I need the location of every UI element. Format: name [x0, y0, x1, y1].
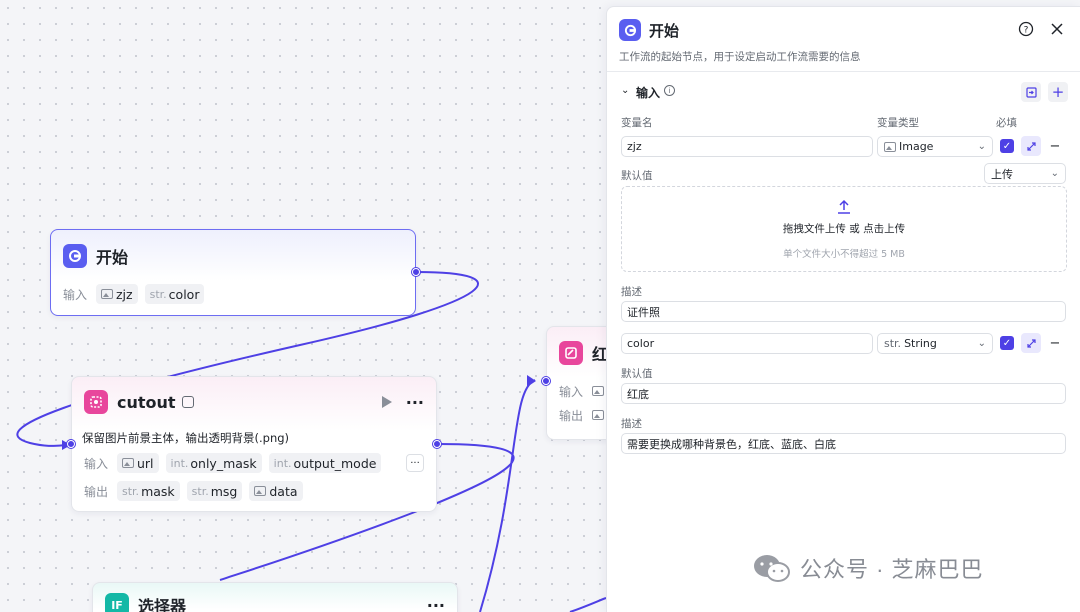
red-output-label: 输出: [559, 408, 584, 423]
default-mode-select[interactable]: 上传 ⌄: [984, 163, 1066, 184]
selector-node[interactable]: IF 选择器 ···: [92, 582, 458, 612]
header-variable-name: 变量名: [621, 117, 653, 129]
upload-icon: [838, 199, 850, 214]
cutout-input-only-mask: int. only_mask: [165, 453, 262, 473]
description-input[interactable]: 需要更换成哪种背景色，红底、蓝底、白底: [621, 433, 1066, 454]
required-checkbox[interactable]: ✓: [1000, 336, 1014, 350]
cutout-node-title: cutout: [117, 392, 176, 412]
cutout-description: 保留图片前景主体，输出透明背景(.png): [82, 431, 290, 445]
close-icon[interactable]: [1048, 20, 1066, 38]
settings-icon[interactable]: [1021, 136, 1041, 156]
panel-title: 开始: [649, 21, 680, 40]
svg-text:?: ?: [1024, 26, 1029, 36]
start-input-label: 输入: [63, 287, 88, 302]
section-title: 输入: [636, 86, 661, 100]
cutout-output-mask: str. mask: [117, 481, 180, 501]
start-node-icon: [619, 19, 641, 41]
variable-name-input[interactable]: color: [621, 333, 873, 354]
description-label: 描述: [621, 418, 642, 430]
variable-type-select[interactable]: Image ⌄: [877, 136, 993, 157]
more-icon[interactable]: ···: [427, 596, 445, 612]
start-input-color: str. color: [144, 284, 205, 304]
plugin-icon: [181, 396, 194, 408]
edge-arrow-red: [527, 375, 536, 387]
image-icon: [884, 141, 896, 152]
remove-variable-button[interactable]: −: [1048, 336, 1062, 351]
cutout-node[interactable]: cutout ··· 保留图片前景主体，输出透明背景(.png) 输入 url …: [71, 376, 437, 512]
description-label: 描述: [621, 286, 642, 298]
image-icon: [122, 458, 134, 468]
more-inputs-button[interactable]: ···: [406, 454, 424, 472]
chevron-down-icon: ⌄: [977, 141, 986, 152]
watermark: 公众号 · 芝麻巴巴: [752, 552, 984, 584]
settings-icon[interactable]: [1021, 333, 1041, 353]
cutout-node-icon: [84, 390, 108, 414]
required-checkbox[interactable]: ✓: [1000, 139, 1014, 153]
default-value-input[interactable]: 红底: [621, 383, 1066, 404]
upload-dropzone[interactable]: 拖拽文件上传 或 点击上传 单个文件大小不得超过 5 MB: [621, 186, 1067, 272]
import-icon[interactable]: [1021, 82, 1041, 102]
cutout-input-url: url: [117, 453, 159, 473]
image-icon: [101, 289, 113, 299]
cutout-input-label: 输入: [84, 456, 109, 471]
cutout-output-label: 输出: [84, 484, 109, 499]
cutout-input-handle[interactable]: [67, 440, 75, 448]
header-required: 必填: [996, 117, 1017, 129]
info-icon: i: [664, 85, 675, 96]
red-input-handle[interactable]: [542, 377, 550, 385]
cutout-output-handle[interactable]: [433, 440, 441, 448]
selector-node-icon: IF: [105, 593, 129, 612]
run-icon[interactable]: [381, 396, 392, 408]
help-icon[interactable]: ?: [1017, 20, 1035, 38]
default-value-label: 默认值: [621, 170, 653, 182]
upload-hint: 单个文件大小不得超过 5 MB: [783, 248, 905, 260]
variable-name-input[interactable]: zjz: [621, 136, 873, 157]
divider: [607, 71, 1080, 72]
upload-text: 拖拽文件上传 或 点击上传: [782, 222, 906, 235]
header-variable-type: 变量类型: [877, 117, 919, 129]
collapse-chevron-icon[interactable]: ⌄: [621, 85, 629, 96]
description-input[interactable]: 证件照: [621, 301, 1066, 322]
image-icon: [592, 410, 604, 420]
more-icon[interactable]: ···: [406, 393, 424, 412]
remove-variable-button[interactable]: −: [1048, 139, 1062, 154]
red-node-icon: [559, 341, 583, 365]
selector-node-title: 选择器: [138, 597, 187, 612]
edge-bottom-right: [569, 597, 607, 612]
start-output-handle[interactable]: [412, 268, 420, 276]
start-input-zjz: zjz: [96, 284, 138, 304]
panel-header: 开始: [619, 19, 679, 41]
default-value-label: 默认值: [621, 368, 653, 380]
variable-type-select[interactable]: str. String ⌄: [877, 333, 993, 354]
chevron-down-icon: ⌄: [1050, 168, 1059, 179]
wechat-icon: [754, 555, 790, 582]
chevron-down-icon: ⌄: [977, 338, 986, 349]
start-node[interactable]: 开始 输入 zjz str. color: [50, 229, 416, 316]
red-input-label: 输入: [559, 384, 584, 399]
image-icon: [254, 486, 267, 496]
node-config-panel: 开始 ? 工作流的起始节点，用于设定启动工作流需要的信息 ⌄ 输入 i + 变量…: [606, 6, 1080, 612]
cutout-output-data: data: [249, 481, 303, 501]
panel-description: 工作流的起始节点，用于设定启动工作流需要的信息: [619, 51, 861, 63]
watermark-text: 公众号 · 芝麻巴巴: [800, 557, 984, 582]
image-icon: [592, 386, 604, 396]
start-node-icon: [63, 244, 87, 268]
cutout-output-msg: str. msg: [186, 481, 243, 501]
cutout-input-output-mode: int. output_mode: [268, 453, 382, 473]
add-variable-button[interactable]: +: [1048, 82, 1068, 102]
start-node-title: 开始: [96, 248, 129, 267]
